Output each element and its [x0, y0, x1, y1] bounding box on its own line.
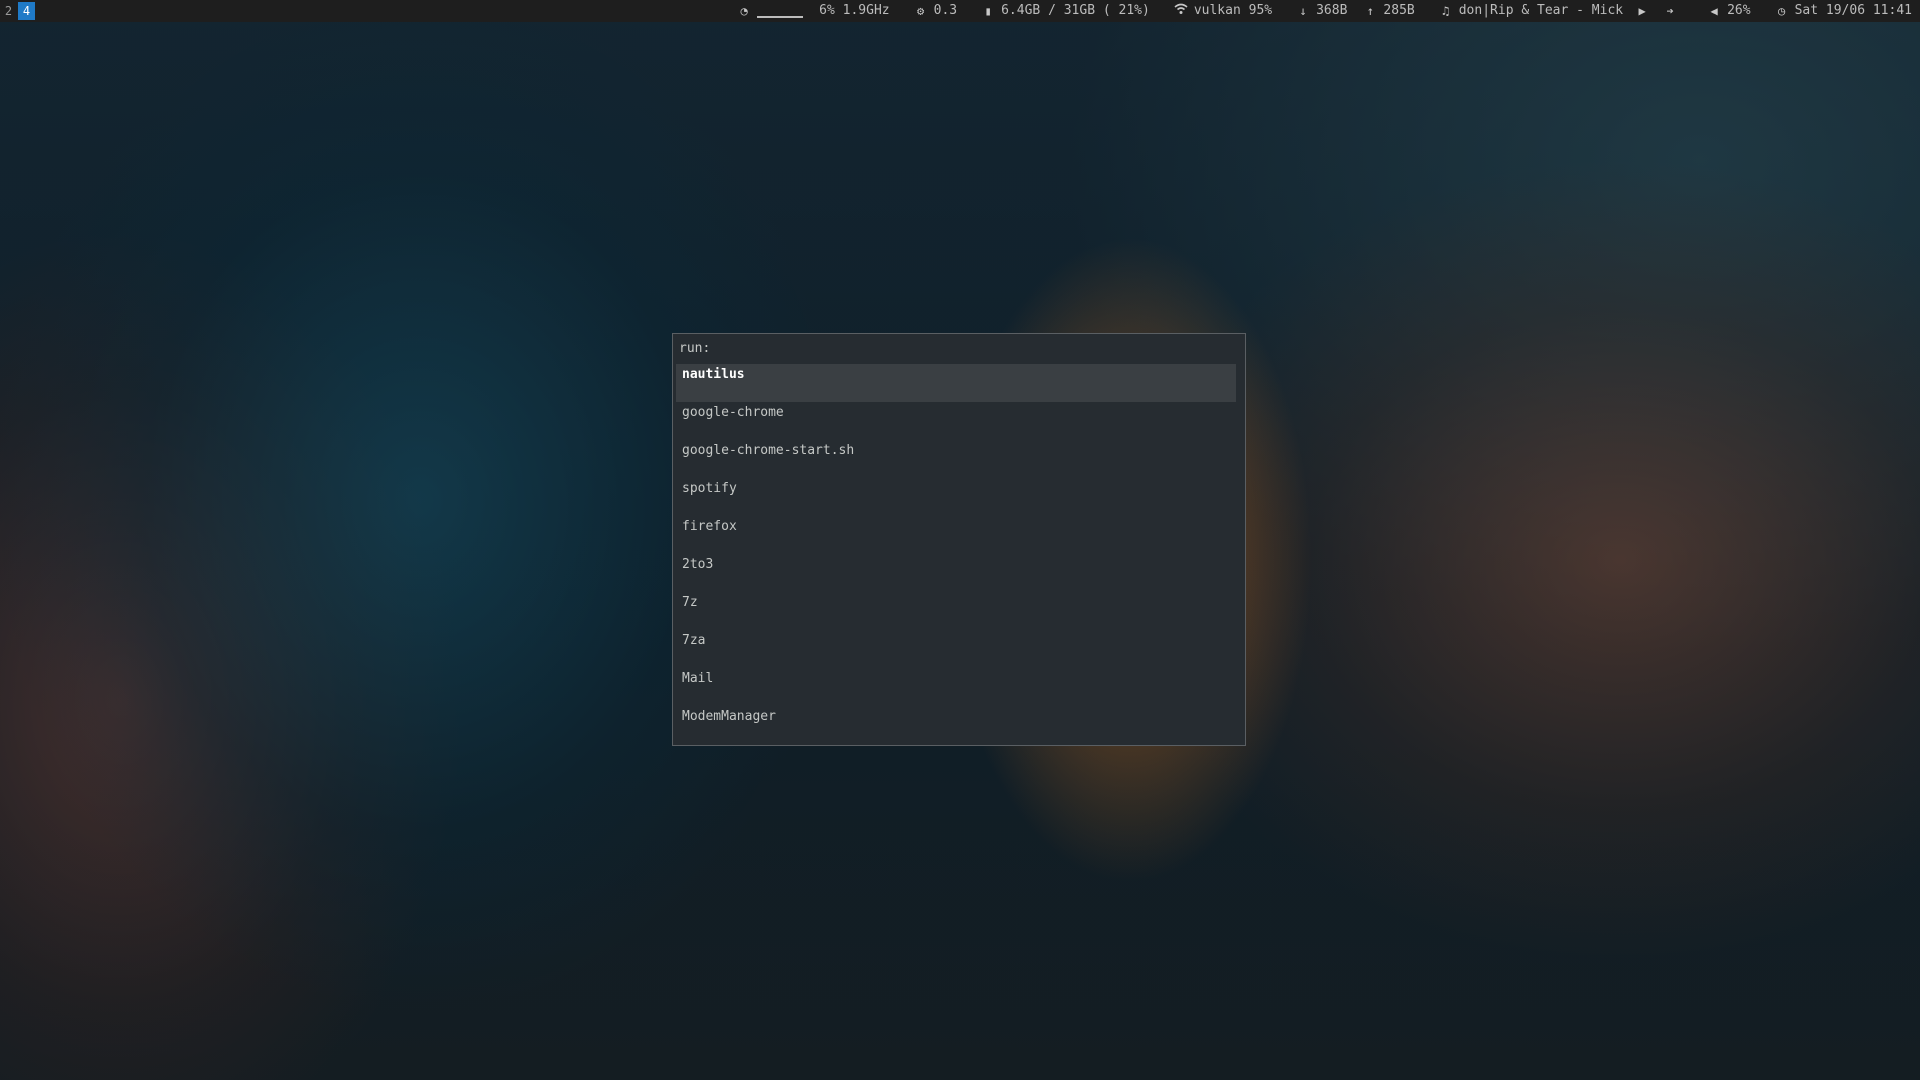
load-value: 0.3 [933, 3, 958, 18]
wifi-icon [1174, 0, 1188, 22]
cpu-value: 6% 1.9GHz [819, 3, 890, 18]
wifi-value: vulkan 95% [1193, 3, 1273, 18]
wifi-indicator: vulkan 95% [1174, 0, 1272, 22]
launcher-item-7z[interactable]: 7z [676, 592, 1236, 630]
memory-value: 6.4GB / 31GB ( 21%) [1001, 3, 1150, 18]
run-prompt[interactable]: run: [679, 340, 710, 358]
dashboard-icon: ◔ [740, 4, 748, 18]
launcher-item-google-chrome[interactable]: google-chrome [676, 402, 1236, 440]
net-down-value: 368B [1316, 3, 1348, 18]
launcher-item-7za[interactable]: 7za [676, 630, 1236, 668]
clock-indicator: ◷ Sat 19/06 11:41 [1775, 0, 1912, 22]
arrow-up-icon: ↑ [1366, 4, 1375, 18]
music-note-icon: ♫ [1442, 4, 1450, 18]
launcher-item-modemmanager[interactable]: ModemManager [676, 706, 1236, 744]
run-launcher[interactable]: run: nautilus google-chrome google-chrom… [672, 333, 1246, 746]
speaker-icon: ◀ [1710, 4, 1718, 18]
gears-icon: ⚙ [917, 4, 925, 18]
cpu-indicator: ◔ 6% 1.9GHz [737, 0, 890, 22]
launcher-item-2to3[interactable]: 2to3 [676, 554, 1236, 592]
status-bar: 2 4 ◔ 6% 1.9GHz ⚙ 0.3 ▮ 6.4GB / 31GB ( 2… [0, 0, 1920, 22]
launcher-item-spotify[interactable]: spotify [676, 478, 1236, 516]
workspace-4[interactable]: 4 [18, 2, 35, 20]
music-track: don|Rip & Tear - Mick [1458, 3, 1624, 18]
volume-indicator[interactable]: ◀ 26% [1707, 0, 1750, 22]
volume-value: 26% [1727, 3, 1751, 18]
clock-value: Sat 19/06 11:41 [1794, 3, 1912, 18]
clock-icon: ◷ [1777, 4, 1786, 18]
memory-icon: ▮ [984, 4, 992, 18]
launcher-item-nautilus[interactable]: nautilus [676, 364, 1236, 402]
next-arrow-icon[interactable]: ➔ [1663, 0, 1677, 22]
load-indicator: ⚙ 0.3 [914, 0, 957, 22]
launcher-item-mail[interactable]: Mail [676, 668, 1236, 706]
net-down-indicator: ↓ 368B [1296, 0, 1347, 22]
launcher-item-firefox[interactable]: firefox [676, 516, 1236, 554]
arrow-down-icon: ↓ [1299, 4, 1307, 18]
memory-indicator: ▮ 6.4GB / 31GB ( 21%) [981, 0, 1150, 22]
cpu-graph [757, 4, 804, 18]
net-up-value: 285B [1383, 3, 1415, 18]
music-indicator[interactable]: ♫ don|Rip & Tear - Mick ▶ ➔ [1439, 0, 1683, 22]
launcher-list: nautilus google-chrome google-chrome-sta… [676, 364, 1236, 744]
play-icon[interactable]: ▶ [1635, 0, 1649, 22]
workspace-2[interactable]: 2 [0, 2, 17, 20]
status-indicators: ◔ 6% 1.9GHz ⚙ 0.3 ▮ 6.4GB / 31GB ( 21%) … [737, 0, 1920, 22]
net-up-indicator: ↑ 285B [1363, 0, 1415, 22]
desktop: 2 4 ◔ 6% 1.9GHz ⚙ 0.3 ▮ 6.4GB / 31GB ( 2… [0, 0, 1920, 1080]
launcher-item-google-chrome-start[interactable]: google-chrome-start.sh [676, 440, 1236, 478]
